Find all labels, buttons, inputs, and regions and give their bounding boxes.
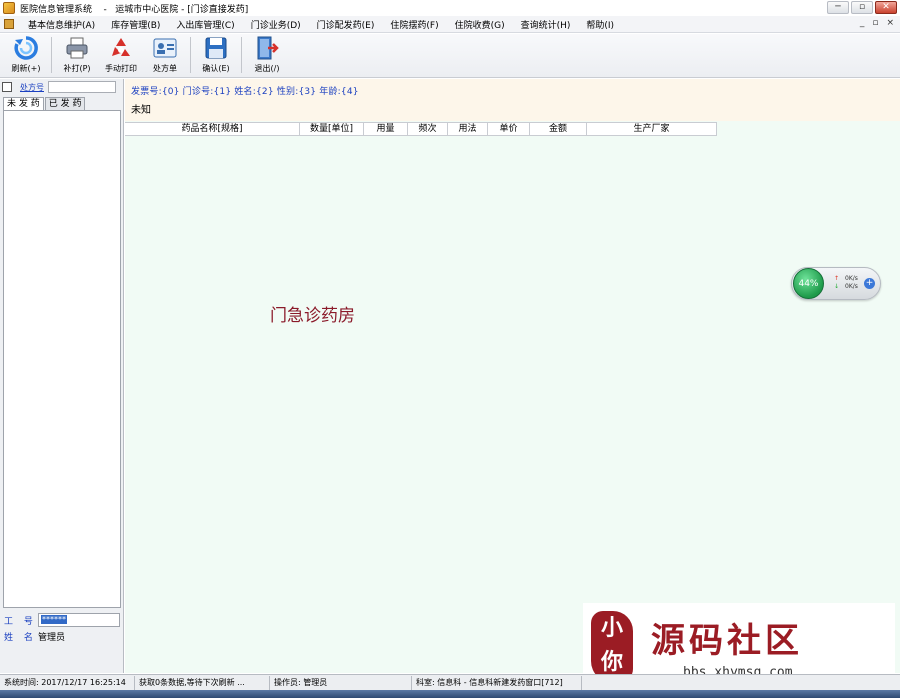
exit-button[interactable]: 退出(/) — [245, 35, 289, 77]
menu-bar: 基本信息维护(A) 库存管理(B) 入出库管理(C) 门诊业务(D) 门诊配发药… — [0, 16, 900, 33]
usage-percent: 44% — [793, 268, 824, 299]
printer-icon — [66, 37, 88, 59]
column-drug-name[interactable]: 药品名称[规格] — [125, 123, 300, 135]
pharmacy-label: 门急诊药房 — [270, 306, 355, 326]
menu-inpatient-dispense[interactable]: 住院摆药(F) — [382, 18, 446, 31]
exit-door-icon — [257, 36, 279, 60]
toolbar-separator — [190, 37, 191, 73]
scan-icon[interactable] — [2, 82, 12, 92]
prescription-button[interactable]: 处方单 — [143, 35, 187, 77]
refresh-button[interactable]: 刷新(+) — [4, 35, 48, 77]
left-panel: 处方号 未 发 药 已 发 药 工 号 ****** 姓 名 管理员 — [0, 79, 124, 673]
exit-label: 退出(/) — [254, 64, 280, 73]
manual-print-label: 手动打印 — [105, 64, 137, 73]
prescription-number-input[interactable] — [48, 81, 116, 93]
tab-dispensed[interactable]: 已 发 药 — [44, 97, 86, 110]
mdi-close-button[interactable]: × — [886, 18, 894, 28]
operator: 操作员: 管理员 — [270, 675, 412, 690]
column-manufacturer[interactable]: 生产厂家 — [587, 123, 717, 135]
column-dosage[interactable]: 用量 — [364, 123, 408, 135]
close-button[interactable]: ✕ — [875, 1, 897, 14]
toolbar-separator — [51, 37, 52, 73]
status-bar: 系统时间: 2017/12/17 16:25:14 获取0条数据,等待下次刷新 … — [0, 674, 900, 690]
upload-arrow-icon: ↑ — [834, 275, 840, 282]
minimize-button[interactable]: ─ — [827, 1, 849, 14]
patient-info-bar: 发票号:{0} 门诊号:{1} 姓名:{2} 性别:{3} 年龄:{4} 未知 — [125, 79, 900, 121]
prescription-search: 处方号 — [2, 79, 122, 95]
tab-not-dispensed[interactable]: 未 发 药 — [3, 97, 44, 110]
column-quantity[interactable]: 数量[单位] — [300, 123, 364, 135]
network-speed-widget[interactable]: 44% ↑ 0K/s ↓ 0K/s + — [791, 267, 881, 300]
speed-readout: ↑ 0K/s ↓ 0K/s — [834, 275, 858, 291]
confirm-button[interactable]: 确认(E) — [194, 35, 238, 77]
name-row: 姓 名 管理员 — [4, 630, 65, 643]
system-time: 系统时间: 2017/12/17 16:25:14 — [0, 675, 135, 690]
menu-basic-info[interactable]: 基本信息维护(A) — [20, 18, 103, 31]
app-icon — [3, 2, 15, 14]
department: 科室: 信息科 - 信息科新建发药窗口[712] — [412, 675, 582, 690]
dispense-tabs: 未 发 药 已 发 药 — [3, 97, 86, 110]
menu-in-out-stock[interactable]: 入出库管理(C) — [168, 18, 242, 31]
toolbar: 刷新(+) 补打(P) 手动打印 处方单 确认(E) 退出(/) — [0, 34, 900, 78]
status-message: 获取0条数据,等待下次刷新 ... — [135, 675, 270, 690]
confirm-label: 确认(E) — [202, 64, 230, 73]
mdi-controls: _ ▫ × — [860, 18, 894, 28]
menu-outpatient-dispense[interactable]: 门诊配发药(E) — [309, 18, 383, 31]
patient-info-line: 发票号:{0} 门诊号:{1} 姓名:{2} 性别:{3} 年龄:{4} — [131, 87, 359, 97]
menu-help[interactable]: 帮助(I) — [578, 18, 622, 31]
column-frequency[interactable]: 频次 — [408, 123, 448, 135]
drug-grid-header: 药品名称[规格] 数量[单位] 用量 频次 用法 单价 金额 生产厂家 — [125, 122, 717, 136]
download-arrow-icon: ↓ — [834, 283, 840, 290]
document-icon[interactable] — [4, 19, 14, 29]
patient-status: 未知 — [131, 105, 151, 116]
staff-id-label: 工 号 — [4, 616, 37, 627]
refresh-icon — [14, 36, 38, 60]
column-amount[interactable]: 金额 — [530, 123, 587, 135]
staff-id-value: ****** — [41, 615, 67, 624]
manual-print-button[interactable]: 手动打印 — [99, 35, 143, 77]
menu-inventory[interactable]: 库存管理(B) — [103, 18, 168, 31]
menu-query-stats[interactable]: 查询统计(H) — [513, 18, 579, 31]
taskbar — [0, 690, 900, 698]
prescription-list[interactable] — [3, 110, 121, 608]
prescription-number-link[interactable]: 处方号 — [20, 82, 44, 93]
title-bar: 医院信息管理系统 - 运城市中心医院 - [门诊直接发药] ─ ▫ ✕ — [0, 0, 900, 16]
download-speed: 0K/s — [845, 283, 858, 290]
reprint-label: 补打(P) — [63, 64, 91, 73]
column-unit-price[interactable]: 单价 — [488, 123, 530, 135]
column-usage[interactable]: 用法 — [448, 123, 488, 135]
window-title: 医院信息管理系统 - 运城市中心医院 - [门诊直接发药] — [20, 4, 249, 15]
maximize-button[interactable]: ▫ — [851, 1, 873, 14]
main-panel: 发票号:{0} 门诊号:{1} 姓名:{2} 性别:{3} 年龄:{4} 未知 … — [125, 79, 900, 673]
toolbar-separator — [241, 37, 242, 73]
name-label: 姓 名 — [4, 633, 37, 643]
plus-icon[interactable]: + — [864, 278, 875, 289]
staff-id-row: 工 号 ****** — [4, 613, 120, 627]
id-card-icon — [153, 38, 177, 58]
menu-outpatient[interactable]: 门诊业务(D) — [243, 18, 309, 31]
staff-id-input[interactable]: ****** — [38, 613, 120, 627]
name-value: 管理员 — [38, 633, 66, 643]
seal-logo: 小 你 — [591, 611, 633, 683]
reprint-button[interactable]: 补打(P) — [55, 35, 99, 77]
upload-speed: 0K/s — [845, 275, 858, 282]
prescription-label: 处方单 — [153, 64, 177, 73]
window-controls: ─ ▫ ✕ — [827, 1, 897, 14]
mdi-minimize-button[interactable]: _ — [860, 18, 865, 28]
mdi-restore-button[interactable]: ▫ — [872, 18, 878, 28]
menu-inpatient-billing[interactable]: 住院收费(G) — [447, 18, 513, 31]
refresh-label: 刷新(+) — [11, 64, 41, 73]
recycle-icon — [112, 38, 130, 56]
save-disk-icon — [205, 37, 227, 59]
brand-name: 源码社区 — [651, 621, 803, 661]
